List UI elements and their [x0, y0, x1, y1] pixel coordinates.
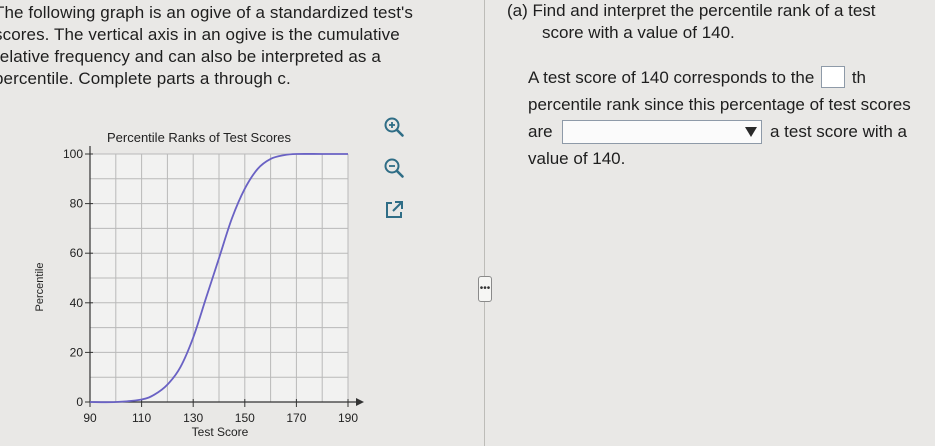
- answer-text-part: a test score with a: [770, 122, 908, 141]
- y-axis-label: Percentile: [34, 263, 46, 312]
- x-tick-label: 170: [286, 411, 306, 425]
- x-axis-label: Test Score: [192, 425, 249, 439]
- question-prompt: (a) Find and interpret the percentile ra…: [507, 0, 876, 44]
- x-tick-label: 190: [338, 411, 358, 425]
- y-tick-label: 40: [70, 296, 84, 310]
- x-tick-label: 90: [83, 411, 97, 425]
- y-tick-label: 80: [70, 197, 84, 211]
- dropdown-arrow-icon: [745, 127, 757, 137]
- left-pane: The following graph is an ogive of a sta…: [0, 0, 480, 446]
- intro-line: scores. The vertical axis in an ogive is…: [0, 25, 400, 44]
- y-tick-label: 0: [76, 395, 83, 409]
- intro-line: relative frequency and can also be inter…: [0, 47, 381, 66]
- x-tick-label: 150: [235, 411, 255, 425]
- intro-text: The following graph is an ogive of a sta…: [0, 2, 434, 90]
- question-line: (a) Find and interpret the percentile ra…: [507, 1, 876, 20]
- zoom-in-icon[interactable]: [381, 114, 407, 140]
- comparison-dropdown[interactable]: [562, 120, 762, 144]
- zoom-out-icon[interactable]: [381, 155, 407, 181]
- x-tick-label: 110: [132, 411, 151, 425]
- open-external-icon[interactable]: [381, 197, 407, 223]
- chart-grid: [89, 153, 349, 403]
- chart-title: Percentile Ranks of Test Scores: [107, 130, 292, 145]
- question-line: score with a value of 140.: [542, 23, 735, 42]
- answer-text-part: percentile rank since this percentage of…: [528, 95, 911, 114]
- y-tick-label: 100: [63, 147, 83, 161]
- right-pane: (a) Find and interpret the percentile ra…: [486, 0, 935, 446]
- are-label: are: [528, 122, 553, 141]
- pane-divider[interactable]: [484, 0, 485, 446]
- answer-text-part: A test score of 140 corresponds to the: [528, 68, 815, 87]
- intro-line: The following graph is an ogive of a sta…: [0, 3, 413, 22]
- intro-line: percentile. Complete parts a through c.: [0, 69, 291, 88]
- th-suffix: th: [851, 68, 866, 87]
- x-tick-label: 130: [183, 411, 203, 425]
- ogive-chart: Percentile Ranks of Test Scores 0 20 40 60 8…: [34, 130, 364, 439]
- percentile-rank-input[interactable]: [821, 66, 846, 88]
- x-axis-arrow-icon: [356, 398, 364, 406]
- answer-text-part: value of 140.: [528, 149, 626, 168]
- answer-statement: A test score of 140 corresponds to the t…: [528, 64, 911, 172]
- y-tick-label: 60: [70, 246, 84, 260]
- y-tick-label: 20: [70, 345, 84, 359]
